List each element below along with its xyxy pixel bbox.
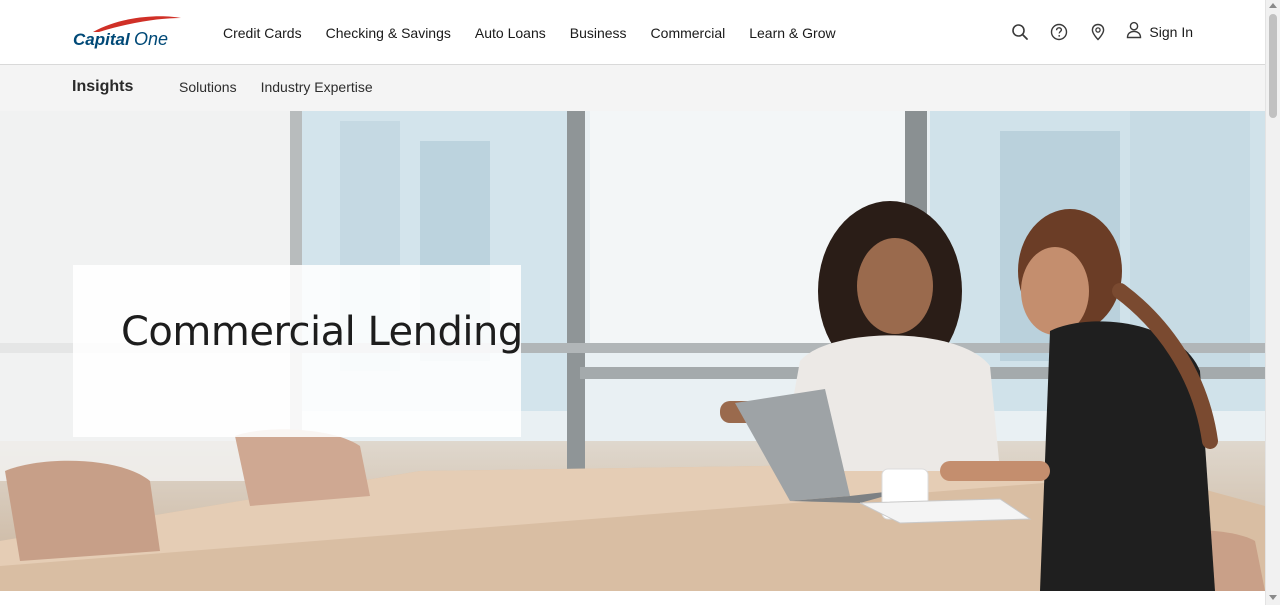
user-icon (1126, 21, 1142, 44)
scroll-down-arrow-icon[interactable] (1269, 595, 1277, 600)
subnav-industry-expertise[interactable]: Industry Expertise (249, 79, 385, 95)
scrollbar[interactable] (1265, 0, 1280, 605)
nav-business[interactable]: Business (558, 20, 639, 46)
nav-credit-cards[interactable]: Credit Cards (211, 20, 314, 46)
question-circle-icon[interactable] (1049, 22, 1069, 42)
logo-wordmark: Capital One (73, 29, 168, 49)
scroll-up-arrow-icon[interactable] (1269, 3, 1277, 8)
svg-text:Capital: Capital (73, 30, 131, 49)
map-pin-icon[interactable] (1088, 22, 1108, 42)
hero-banner: Commercial Lending (0, 111, 1265, 591)
nav-checking-savings[interactable]: Checking & Savings (314, 20, 463, 46)
top-header: Capital One Credit Cards Checking & Savi… (0, 0, 1265, 65)
hero-card: Commercial Lending (73, 265, 523, 437)
sub-nav: Insights Solutions Industry Expertise (0, 65, 1265, 111)
nav-commercial[interactable]: Commercial (639, 20, 738, 46)
sign-in-label: Sign In (1149, 24, 1193, 40)
nav-learn-grow[interactable]: Learn & Grow (737, 20, 847, 46)
utility-nav: Sign In (991, 20, 1193, 44)
capital-one-logo[interactable]: Capital One (73, 14, 185, 54)
subnav-links: Solutions Industry Expertise (167, 79, 385, 95)
sign-in-link[interactable]: Sign In (1126, 21, 1193, 44)
page: Capital One Credit Cards Checking & Savi… (0, 0, 1280, 605)
main-nav: Credit Cards Checking & Savings Auto Loa… (211, 20, 848, 46)
subnav-solutions[interactable]: Solutions (167, 79, 249, 95)
nav-auto-loans[interactable]: Auto Loans (463, 20, 558, 46)
svg-text:One: One (134, 29, 168, 49)
search-icon[interactable] (1010, 22, 1030, 42)
subnav-title[interactable]: Insights (72, 78, 133, 96)
hero-title: Commercial Lending (121, 309, 523, 355)
scroll-thumb[interactable] (1269, 14, 1277, 118)
bottom-strip (0, 591, 1265, 605)
